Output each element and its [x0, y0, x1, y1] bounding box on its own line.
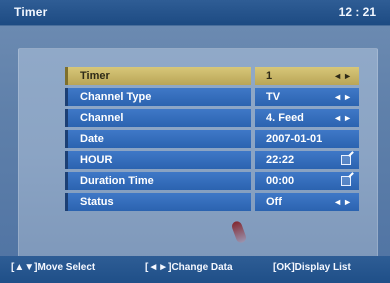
tv-screen: Timer 12 : 21 Timer 1 ◄► Channel Type TV… — [0, 0, 390, 283]
setting-row-channel-type[interactable]: Channel Type TV ◄► — [65, 88, 359, 106]
timer-settings-list: Timer 1 ◄► Channel Type TV ◄► Channel 4.… — [65, 67, 359, 214]
setting-value-text: 2007-01-01 — [266, 133, 323, 145]
setting-value[interactable]: 22:22 — [255, 151, 359, 169]
left-right-arrows-icon[interactable]: ◄► — [333, 88, 353, 106]
left-right-arrows-icon[interactable]: ◄► — [333, 193, 353, 211]
setting-value[interactable]: 4. Feed ◄► — [255, 109, 359, 127]
setting-value[interactable]: 00:00 — [255, 172, 359, 190]
setting-label: Duration Time — [65, 172, 251, 190]
setting-row-hour[interactable]: HOUR 22:22 — [65, 151, 359, 169]
setting-value-text: 4. Feed — [266, 112, 304, 124]
setting-value-text: Off — [266, 196, 282, 208]
move-select-hint: [▲▼]Move Select — [11, 262, 96, 273]
setting-value-text: 1 — [266, 70, 273, 82]
setting-label: HOUR — [65, 151, 251, 169]
setting-value[interactable]: Off ◄► — [255, 193, 359, 211]
setting-value-text: TV — [266, 91, 281, 103]
display-list-hint: [OK]Display List — [273, 262, 351, 273]
setting-label: Date — [65, 130, 251, 148]
clock-display: 12 : 21 — [338, 5, 376, 19]
top-bar: Timer 12 : 21 — [0, 0, 390, 26]
setting-row-channel[interactable]: Channel 4. Feed ◄► — [65, 109, 359, 127]
edit-icon[interactable] — [341, 155, 351, 165]
help-bar: [▲▼]Move Select [◄►]Change Data [OK]Disp… — [0, 256, 390, 283]
left-right-arrows-icon[interactable]: ◄► — [333, 109, 353, 127]
setting-value[interactable]: 2007-01-01 — [255, 130, 359, 148]
setting-value-text: 22:22 — [266, 154, 295, 166]
edit-icon[interactable] — [341, 176, 351, 186]
change-data-hint: [◄►]Change Data — [145, 262, 233, 273]
setting-row-timer[interactable]: Timer 1 ◄► — [65, 67, 359, 85]
setting-label: Timer — [65, 67, 251, 85]
setting-label: Status — [65, 193, 251, 211]
setting-value[interactable]: 1 ◄► — [255, 67, 359, 85]
setting-value[interactable]: TV ◄► — [255, 88, 359, 106]
page-title: Timer — [14, 5, 48, 19]
setting-row-duration-time[interactable]: Duration Time 00:00 — [65, 172, 359, 190]
setting-label: Channel — [65, 109, 251, 127]
setting-row-status[interactable]: Status Off ◄► — [65, 193, 359, 211]
setting-value-text: 00:00 — [266, 175, 295, 187]
setting-row-date[interactable]: Date 2007-01-01 — [65, 130, 359, 148]
left-right-arrows-icon[interactable]: ◄► — [333, 67, 353, 85]
setting-label: Channel Type — [65, 88, 251, 106]
